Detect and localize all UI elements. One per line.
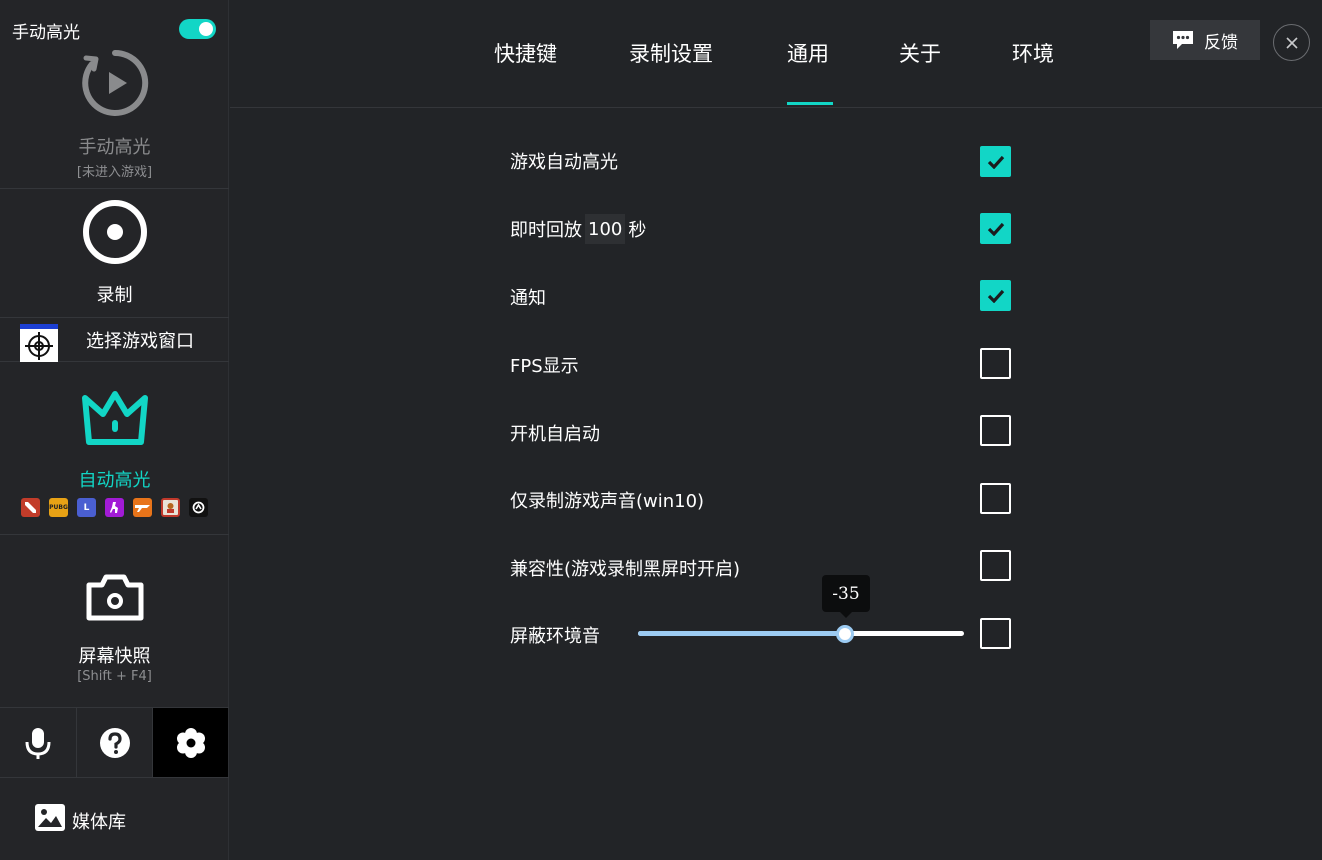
help-button[interactable] <box>76 708 152 777</box>
ambient-mute-slider-fill <box>638 631 847 636</box>
feedback-label: 反馈 <box>1204 32 1238 53</box>
lol-icon: L <box>77 498 96 517</box>
auto-highlight-title: 自动高光 <box>78 470 151 491</box>
record-icon[interactable] <box>80 197 150 267</box>
tab-environment[interactable]: 环境 <box>1012 38 1054 68</box>
tab-about[interactable]: 关于 <box>899 38 941 68</box>
close-button[interactable] <box>1273 24 1310 61</box>
crosshair-window-icon <box>20 324 58 362</box>
tools-row <box>0 708 229 778</box>
select-game-window-section[interactable]: 选择游戏窗口 <box>0 318 229 362</box>
ambient-mute-slider-track[interactable] <box>638 631 964 636</box>
setting-notification-checkbox[interactable] <box>980 280 1011 311</box>
tab-general[interactable]: 通用 <box>787 38 829 68</box>
dota2-icon <box>21 498 40 517</box>
instant-replay-prefix: 即时回放 <box>510 220 582 241</box>
crossfire-icon <box>133 498 152 517</box>
setting-notification-label: 通知 <box>510 288 546 309</box>
chat-bubble-icon <box>1173 31 1193 49</box>
setting-game-auto-highlight-checkbox[interactable] <box>980 146 1011 177</box>
setting-compatibility-checkbox[interactable] <box>980 550 1011 581</box>
ambient-mute-slider-thumb[interactable] <box>836 625 854 643</box>
help-icon <box>99 727 130 758</box>
tab-record-settings[interactable]: 录制设置 <box>629 38 713 68</box>
ambient-mute-slider-tooltip: -35 <box>822 575 870 618</box>
select-game-window-label: 选择游戏窗口 <box>86 331 194 352</box>
pubg-icon: PUBG <box>49 498 68 517</box>
manual-highlight-status: [未进入游戏] <box>76 165 153 180</box>
overwatch-icon <box>189 498 208 517</box>
close-icon <box>1285 36 1298 49</box>
tab-shortcuts[interactable]: 快捷键 <box>494 38 557 68</box>
record-section[interactable]: 录制 <box>0 189 229 318</box>
settings-icon <box>176 727 205 758</box>
microphone-button[interactable] <box>0 708 76 777</box>
toggle-knob <box>199 22 213 36</box>
manual-highlight-toggle-label: 手动高光 <box>12 23 80 43</box>
manual-highlight-title: 手动高光 <box>78 137 151 158</box>
feedback-button[interactable]: 反馈 <box>1150 20 1260 60</box>
record-title: 录制 <box>96 285 133 306</box>
setting-fps-display-checkbox[interactable] <box>980 348 1011 379</box>
screenshot-title: 屏幕快照 <box>78 646 151 667</box>
camera-icon <box>86 574 143 621</box>
manual-highlight-section: 手动高光 手动高光 [未进入游戏] <box>0 0 229 189</box>
instant-replay-seconds-input[interactable]: 100 <box>585 214 626 244</box>
settings-button[interactable] <box>152 708 228 777</box>
setting-auto-start-label: 开机自启动 <box>510 424 600 445</box>
screenshot-shortcut: [Shift + F4] <box>77 669 152 684</box>
setting-ambient-mute-checkbox[interactable] <box>980 618 1011 649</box>
setting-game-auto-highlight-label: 游戏自动高光 <box>510 152 618 173</box>
game-character-icon <box>161 498 180 517</box>
media-library-label: 媒体库 <box>72 812 126 833</box>
setting-compatibility-label: 兼容性(游戏录制黑屏时开启) <box>510 559 741 580</box>
supported-games-list: PUBG L <box>21 498 208 517</box>
microphone-icon <box>25 727 51 759</box>
setting-game-audio-only-label: 仅录制游戏声音(win10) <box>510 491 705 512</box>
checkmark-icon <box>987 289 1004 303</box>
setting-game-audio-only-checkbox[interactable] <box>980 483 1011 514</box>
setting-auto-start-checkbox[interactable] <box>980 415 1011 446</box>
manual-highlight-toggle[interactable] <box>179 19 216 39</box>
image-gallery-icon <box>35 804 65 831</box>
checkmark-icon <box>987 222 1004 236</box>
media-library-section[interactable]: 媒体库 <box>0 778 229 860</box>
csgo-icon <box>105 498 124 517</box>
auto-highlight-section[interactable]: 自动高光 PUBG L <box>0 362 229 535</box>
setting-ambient-mute-label: 屏蔽环境音 <box>510 626 600 647</box>
screenshot-section[interactable]: 屏幕快照 [Shift + F4] <box>0 535 229 708</box>
active-tab-indicator <box>787 102 833 105</box>
manual-highlight-replay-icon[interactable] <box>80 48 150 118</box>
instant-replay-suffix: 秒 <box>628 220 647 241</box>
setting-fps-display-label: FPS显示 <box>510 356 579 377</box>
sidebar: 手动高光 手动高光 [未进入游戏] 录制 选择游戏窗口 自动高光 PUBG L … <box>0 0 229 860</box>
setting-instant-replay-checkbox[interactable] <box>980 213 1011 244</box>
crown-icon <box>81 391 148 445</box>
setting-instant-replay-label: 即时回放 100 秒 <box>510 214 646 244</box>
checkmark-icon <box>987 155 1004 169</box>
